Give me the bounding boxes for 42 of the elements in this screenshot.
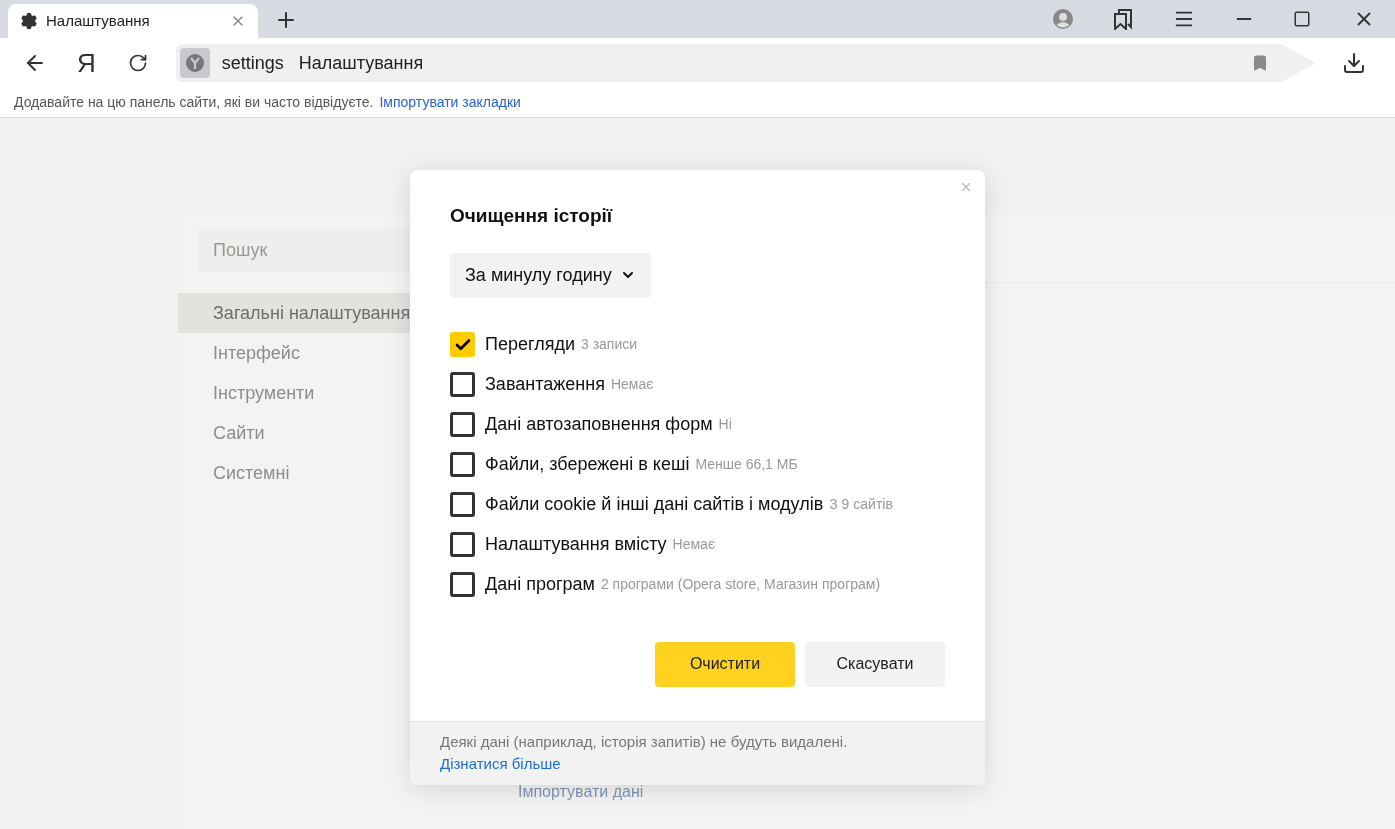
dialog-title: Очищення історії xyxy=(450,204,614,228)
gear-icon xyxy=(20,12,38,30)
item-count: Менше 66,1 МБ xyxy=(695,455,798,474)
item-count: 2 програми (Opera store, Магазин програм) xyxy=(600,575,881,594)
item-label: Налаштування вмісту xyxy=(485,533,667,556)
period-dropdown[interactable]: За минулу годину xyxy=(450,252,651,298)
bookmarks-hint: Додавайте на цю панель сайти, які ви часто відвідуєте. xyxy=(14,93,374,112)
checkbox[interactable] xyxy=(450,572,475,597)
checkbox[interactable] xyxy=(450,332,475,357)
checkbox[interactable] xyxy=(450,532,475,557)
browser-logo-icon xyxy=(179,48,210,78)
address-bar[interactable]: settings Налаштування xyxy=(175,44,1316,82)
import-bookmarks-link[interactable]: Імпортувати закладки xyxy=(379,92,521,113)
bookmarks-icon[interactable] xyxy=(1113,8,1133,30)
item-label: Файли cookie й інші дані сайтів і модулів xyxy=(485,493,824,516)
address-title: Налаштування xyxy=(298,51,425,75)
checkbox[interactable] xyxy=(450,372,475,397)
item-label: Завантаження xyxy=(485,373,605,396)
item-label: Дані програм xyxy=(485,573,595,596)
item-label: Дані автозаповнення форм xyxy=(485,413,713,436)
checkbox[interactable] xyxy=(450,412,475,437)
reload-icon[interactable] xyxy=(127,53,148,73)
browser-tab[interactable]: Налаштування xyxy=(8,4,258,38)
item-label: Файли, збережені в кеші xyxy=(485,453,690,476)
download-icon[interactable] xyxy=(1341,51,1366,75)
item-count: Немає xyxy=(672,535,716,554)
item-count: 3 записи xyxy=(580,335,638,354)
item-label: Перегляди xyxy=(485,333,575,356)
checkbox[interactable] xyxy=(450,452,475,477)
item-count: Немає xyxy=(610,375,654,394)
checkbox[interactable] xyxy=(450,492,475,517)
home-logo[interactable]: Я xyxy=(77,50,96,76)
maximize-icon[interactable] xyxy=(1293,10,1311,28)
item-count: З 9 сайтів xyxy=(829,495,893,514)
clear-button[interactable]: Очистити xyxy=(655,641,795,687)
item-count: Ні xyxy=(718,415,732,434)
cancel-button[interactable]: Скасувати xyxy=(805,641,945,687)
tab-title: Налаштування xyxy=(46,10,151,31)
learn-more-link[interactable]: Дізнатися більше xyxy=(440,753,561,776)
footer-note: Деякі дані (наприклад, історія запитів) не будуть видалені. xyxy=(440,731,849,752)
user-icon[interactable] xyxy=(1053,9,1073,29)
address-scheme: settings xyxy=(221,51,284,75)
